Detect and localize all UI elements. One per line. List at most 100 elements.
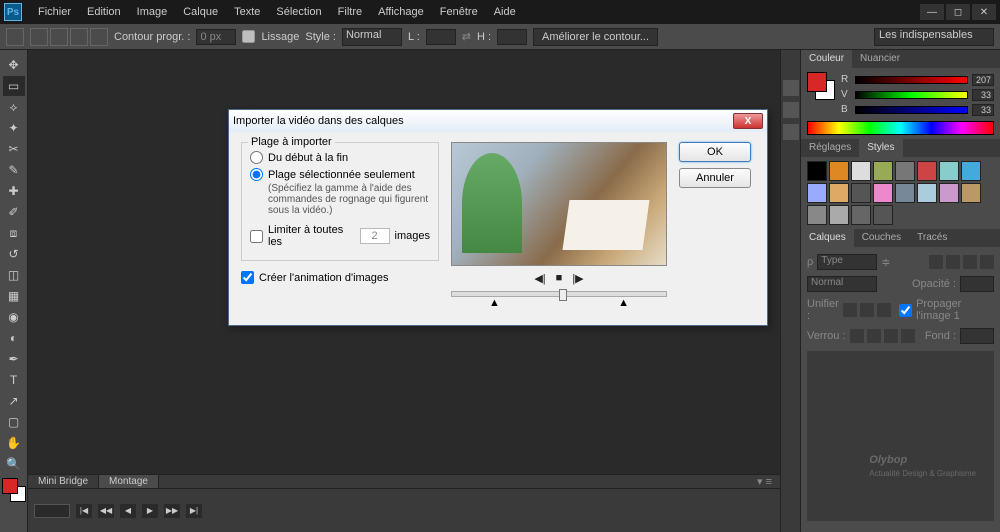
move-tool[interactable]: ✥ bbox=[3, 55, 25, 75]
preview-prev-icon[interactable]: ◀| bbox=[534, 272, 545, 285]
stamp-tool[interactable]: ⧈ bbox=[3, 223, 25, 243]
style-swatch-4[interactable] bbox=[895, 161, 915, 181]
eyedropper-tool[interactable]: ✎ bbox=[3, 160, 25, 180]
menu-edit[interactable]: Edition bbox=[79, 0, 129, 24]
refine-edge-button[interactable]: Améliorer le contour... bbox=[533, 28, 658, 46]
hand-tool[interactable]: ✋ bbox=[3, 433, 25, 453]
menu-help[interactable]: Aide bbox=[486, 0, 524, 24]
sel-add-icon[interactable] bbox=[50, 28, 68, 46]
tab-swatches[interactable]: Nuancier bbox=[852, 50, 908, 68]
menu-selection[interactable]: Sélection bbox=[268, 0, 329, 24]
menu-text[interactable]: Texte bbox=[226, 0, 268, 24]
tl-back-icon[interactable]: ◀ bbox=[120, 504, 136, 518]
tab-paths[interactable]: Tracés bbox=[909, 229, 955, 247]
menu-filter[interactable]: Filtre bbox=[330, 0, 370, 24]
preview-scrubber[interactable] bbox=[451, 291, 667, 297]
menu-window[interactable]: Fenêtre bbox=[432, 0, 486, 24]
style-swatch-15[interactable] bbox=[961, 183, 981, 203]
tab-styles[interactable]: Styles bbox=[859, 139, 902, 157]
menu-image[interactable]: Image bbox=[129, 0, 176, 24]
slider-V[interactable] bbox=[855, 91, 968, 99]
style-swatch-14[interactable] bbox=[939, 183, 959, 203]
shape-tool[interactable]: ▢ bbox=[3, 412, 25, 432]
sel-intersect-icon[interactable] bbox=[90, 28, 108, 46]
style-swatch-18[interactable] bbox=[851, 205, 871, 225]
style-swatch-7[interactable] bbox=[961, 161, 981, 181]
character-icon[interactable] bbox=[783, 124, 799, 140]
fill-input[interactable] bbox=[960, 328, 994, 344]
close-button[interactable]: ✕ bbox=[972, 4, 996, 20]
workspace-select[interactable]: Les indispensables bbox=[874, 28, 994, 46]
panel-menu-icon[interactable]: ▾ ≡ bbox=[749, 475, 780, 488]
slider-B-value[interactable]: 33 bbox=[972, 104, 994, 116]
slider-R[interactable] bbox=[855, 76, 968, 84]
tl-play-icon[interactable]: ▶ bbox=[142, 504, 158, 518]
style-select[interactable]: Normal bbox=[342, 28, 402, 46]
timeline-frame-select[interactable] bbox=[34, 504, 70, 518]
heal-tool[interactable]: ✚ bbox=[3, 181, 25, 201]
style-swatch-9[interactable] bbox=[829, 183, 849, 203]
tool-preset-icon[interactable] bbox=[6, 28, 24, 46]
tab-adjustments[interactable]: Réglages bbox=[801, 139, 859, 157]
menu-layer[interactable]: Calque bbox=[175, 0, 226, 24]
radio-selected-range[interactable] bbox=[250, 168, 263, 181]
style-swatch-13[interactable] bbox=[917, 183, 937, 203]
paragraph-icon[interactable] bbox=[783, 102, 799, 118]
menu-view[interactable]: Affichage bbox=[370, 0, 432, 24]
style-swatch-10[interactable] bbox=[851, 183, 871, 203]
blend-mode-select[interactable]: Normal bbox=[807, 276, 877, 292]
path-tool[interactable]: ↗ bbox=[3, 391, 25, 411]
panel-color-swatches[interactable] bbox=[807, 72, 835, 100]
lasso-tool[interactable]: ⟡ bbox=[3, 97, 25, 117]
style-swatch-19[interactable] bbox=[873, 205, 893, 225]
foreground-background-swatches[interactable] bbox=[2, 478, 26, 502]
style-swatch-17[interactable] bbox=[829, 205, 849, 225]
blur-tool[interactable]: ◉ bbox=[3, 307, 25, 327]
ok-button[interactable]: OK bbox=[679, 142, 751, 162]
minimize-button[interactable]: — bbox=[920, 4, 944, 20]
zoom-tool[interactable]: 🔍 bbox=[3, 454, 25, 474]
opacity-input[interactable] bbox=[960, 276, 994, 292]
tl-last-icon[interactable]: ▶| bbox=[186, 504, 202, 518]
marquee-tool[interactable]: ▭ bbox=[3, 76, 25, 96]
wand-tool[interactable]: ✦ bbox=[3, 118, 25, 138]
tab-montage[interactable]: Montage bbox=[99, 475, 159, 489]
tab-layers[interactable]: Calques bbox=[801, 229, 854, 247]
tl-first-icon[interactable]: |◀ bbox=[76, 504, 92, 518]
range-out-marker[interactable]: ▲ bbox=[618, 297, 629, 309]
dialog-close-button[interactable]: X bbox=[733, 113, 763, 129]
brush-tool[interactable]: ✐ bbox=[3, 202, 25, 222]
dodge-tool[interactable]: ◐ bbox=[3, 328, 25, 348]
range-in-marker[interactable]: ▲ bbox=[489, 297, 500, 309]
limit-checkbox[interactable] bbox=[250, 230, 263, 243]
menu-file[interactable]: Fichier bbox=[30, 0, 79, 24]
tab-mini-bridge[interactable]: Mini Bridge bbox=[28, 475, 99, 489]
style-swatch-11[interactable] bbox=[873, 183, 893, 203]
tab-channels[interactable]: Couches bbox=[854, 229, 909, 247]
style-swatch-5[interactable] bbox=[917, 161, 937, 181]
style-swatch-1[interactable] bbox=[829, 161, 849, 181]
eraser-tool[interactable]: ◫ bbox=[3, 265, 25, 285]
limit-input[interactable] bbox=[360, 228, 390, 244]
slider-B[interactable] bbox=[855, 106, 968, 114]
history-brush-tool[interactable]: ↺ bbox=[3, 244, 25, 264]
style-swatch-16[interactable] bbox=[807, 205, 827, 225]
style-swatch-8[interactable] bbox=[807, 183, 827, 203]
style-swatch-0[interactable] bbox=[807, 161, 827, 181]
pen-tool[interactable]: ✒ bbox=[3, 349, 25, 369]
slider-V-value[interactable]: 33 bbox=[972, 89, 994, 101]
tl-fwd-icon[interactable]: ▶▶ bbox=[164, 504, 180, 518]
slider-R-value[interactable]: 207 bbox=[972, 74, 994, 86]
gradient-tool[interactable]: ▦ bbox=[3, 286, 25, 306]
sel-new-icon[interactable] bbox=[30, 28, 48, 46]
feather-input[interactable] bbox=[196, 29, 236, 45]
style-swatch-3[interactable] bbox=[873, 161, 893, 181]
propagate-checkbox[interactable] bbox=[899, 304, 912, 317]
tl-prev-icon[interactable]: ◀◀ bbox=[98, 504, 114, 518]
preview-stop-icon[interactable]: ■ bbox=[556, 272, 563, 285]
crop-tool[interactable]: ✂ bbox=[3, 139, 25, 159]
cancel-button[interactable]: Annuler bbox=[679, 168, 751, 188]
color-ramp[interactable] bbox=[807, 121, 994, 135]
layer-kind-select[interactable]: Type bbox=[817, 254, 877, 270]
maximize-button[interactable]: ◻ bbox=[946, 4, 970, 20]
